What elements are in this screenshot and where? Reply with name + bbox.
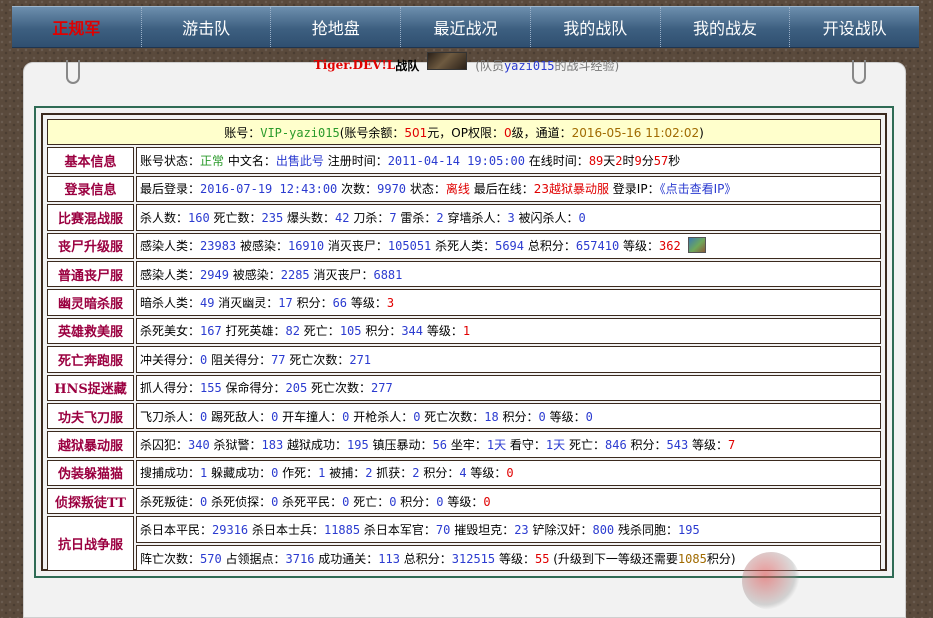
category-label: 普通丧尸服 xyxy=(47,260,134,288)
nav-item-regular-army[interactable]: 正规军 xyxy=(12,7,142,47)
op-level: 0 xyxy=(503,125,512,140)
account-id: VIP-yazi015 xyxy=(260,125,340,140)
ghost-cell: 暗杀人类：49 消灭幽灵：17 积分：66 等级：3 xyxy=(136,289,881,316)
team-suffix: 战队 xyxy=(395,58,420,73)
table-row: 死亡奔跑服 冲关得分：0 阻关得分：77 死亡次数：271 xyxy=(47,346,881,373)
stats-table: 账号：VIP-yazi015(账号余额：501元，OP权限：0级，通道：2016… xyxy=(45,117,883,573)
top-nav: 正规军 游击队 抢地盘 最近战况 我的战队 我的战友 开设战队 xyxy=(12,6,919,48)
hero-cell: 杀死美女：167 打死英雄：82 死亡：105 积分：344 等级：1 xyxy=(136,317,881,345)
table-row: 侦探叛徒TT 杀死叛徒：0 杀死侦探：0 杀死平民：0 死亡：0 积分：0 等级… xyxy=(47,488,881,515)
jail-cell: 杀囚犯：340 杀狱警：183 越狱成功：195 镇压暴动：56 坐牢：1天 看… xyxy=(136,431,881,458)
mix-server-cell: 杀人数：160 死亡数：235 爆头数：42 刀杀：7 雷杀：2 穿墙杀人：3 … xyxy=(136,204,881,231)
table-row: HNS捉迷藏 抓人得分：155 保命得分：205 死亡次数：277 xyxy=(47,374,881,401)
team-avatar-image xyxy=(427,52,468,70)
nav-item-guerrilla[interactable]: 游击队 xyxy=(142,7,272,47)
category-label: 侦探叛徒TT xyxy=(47,488,134,515)
page-title: Tiger.DEV!L 战队 (队员yazi015的战斗经验) xyxy=(0,50,933,80)
category-label: 登录信息 xyxy=(47,175,134,203)
level-picture-icon xyxy=(687,237,706,254)
anti-japan-cell-1: 杀日本平民：29316 杀日本士兵：11885 杀日本军官：70 摧毁坦克：23… xyxy=(136,516,881,543)
category-label: 基本信息 xyxy=(47,147,134,174)
category-label: 抗日战争服 xyxy=(47,516,134,572)
nav-item-my-team[interactable]: 我的战队 xyxy=(531,7,661,47)
view-ip-link[interactable]: 《点击查看IP》 xyxy=(660,182,737,196)
zombie-normal-cell: 感染人类：2949 被感染：2285 消灭丧尸：6881 xyxy=(136,260,881,288)
site-logo-watermark xyxy=(742,550,922,612)
category-label: 丧尸升级服 xyxy=(47,232,134,259)
detective-cell: 杀死叛徒：0 杀死侦探：0 杀死平民：0 死亡：0 积分：0 等级：0 xyxy=(136,488,881,515)
hns-cell: 抓人得分：155 保命得分：205 死亡次数：277 xyxy=(136,374,881,401)
table-row: 幽灵暗杀服 暗杀人类：49 消灭幽灵：17 积分：66 等级：3 xyxy=(47,289,881,316)
stats-frame: 账号：VIP-yazi015(账号余额：501元，OP权限：0级，通道：2016… xyxy=(34,106,894,578)
kungfu-cell: 飞刀杀人：0 踢死敌人：0 开车撞人：0 开枪杀人：0 死亡次数：18 积分：0… xyxy=(136,402,881,430)
category-label: HNS捉迷藏 xyxy=(47,374,134,401)
table-row: 普通丧尸服 感染人类：2949 被感染：2285 消灭丧尸：6881 xyxy=(47,260,881,288)
category-label: 功夫飞刀服 xyxy=(47,402,134,430)
nav-item-my-teammates[interactable]: 我的战友 xyxy=(661,7,791,47)
nav-item-create-team[interactable]: 开设战队 xyxy=(790,7,919,47)
account-summary: 账号：VIP-yazi015(账号余额：501元，OP权限：0级，通道：2016… xyxy=(47,119,881,146)
page-subtitle: (队员yazi015的战斗经验) xyxy=(475,58,620,73)
account-balance: 501 xyxy=(404,125,428,140)
table-row: 功夫飞刀服 飞刀杀人：0 踢死敌人：0 开车撞人：0 开枪杀人：0 死亡次数：1… xyxy=(47,402,881,430)
table-row: 抗日战争服 杀日本平民：29316 杀日本士兵：11885 杀日本军官：70 摧… xyxy=(47,516,881,572)
nav-item-territory[interactable]: 抢地盘 xyxy=(271,7,402,47)
table-row: 英雄救美服 杀死美女：167 打死英雄：82 死亡：105 积分：344 等级：… xyxy=(47,317,881,345)
category-label: 死亡奔跑服 xyxy=(47,346,134,373)
watermark-emblem-icon xyxy=(742,552,800,610)
nav-item-recent-battles[interactable]: 最近战况 xyxy=(401,7,531,47)
table-row: 登录信息 最后登录：2016-07-19 12:43:00 次数：9970 状态… xyxy=(47,175,881,203)
table-row: 比赛混战服 杀人数：160 死亡数：235 爆头数：42 刀杀：7 雷杀：2 穿… xyxy=(47,204,881,231)
category-label: 英雄救美服 xyxy=(47,317,134,345)
table-row: 伪装躲猫猫 搜捕成功：1 躲藏成功：0 作死：1 被捕：2 抓获：2 积分：4 … xyxy=(47,459,881,487)
table-row: 越狱暴动服 杀囚犯：340 杀狱警：183 越狱成功：195 镇压暴动：56 坐… xyxy=(47,431,881,458)
login-info-cell: 最后登录：2016-07-19 12:43:00 次数：9970 状态：离线 最… xyxy=(136,175,881,203)
team-name[interactable]: Tiger.DEV!L xyxy=(314,58,395,72)
category-label: 比赛混战服 xyxy=(47,204,134,231)
basic-info-cell: 账号状态：正常 中文名：出售此号 注册时间：2011-04-14 19:05:0… xyxy=(136,147,881,174)
zombie-upgrade-cell: 感染人类：23983 被感染：16910 消灭丧尸：105051 杀死人类：56… xyxy=(136,232,881,259)
hide-seek-cell: 搜捕成功：1 躲藏成功：0 作死：1 被捕：2 抓获：2 积分：4 等级：0 xyxy=(136,459,881,487)
table-row: 丧尸升级服 感染人类：23983 被感染：16910 消灭丧尸：105051 杀… xyxy=(47,232,881,259)
death-run-cell: 冲关得分：0 阻关得分：77 死亡次数：271 xyxy=(136,346,881,373)
member-name: yazi015 xyxy=(503,58,555,73)
category-label: 越狱暴动服 xyxy=(47,431,134,458)
table-row: 基本信息 账号状态：正常 中文名：出售此号 注册时间：2011-04-14 19… xyxy=(47,147,881,174)
category-label: 幽灵暗杀服 xyxy=(47,289,134,316)
category-label: 伪装躲猫猫 xyxy=(47,459,134,487)
table-header-row: 账号：VIP-yazi015(账号余额：501元，OP权限：0级，通道：2016… xyxy=(47,119,881,146)
channel-time: 2016-05-16 11:02:02 xyxy=(571,125,700,140)
